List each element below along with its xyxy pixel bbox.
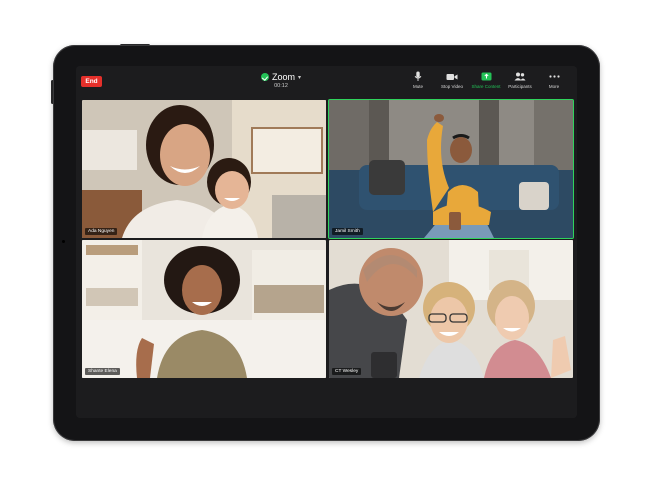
participant-name-tag: Shante Elena <box>85 368 120 375</box>
participant-video-tile[interactable]: Shante Elena <box>82 240 326 378</box>
participant-name-tag: Jamil Smith <box>332 228 363 235</box>
meeting-timer: 00:12 <box>274 83 288 89</box>
toolbar-actions: Mute Stop Video Share Content Participan… <box>401 71 571 89</box>
more-button[interactable]: More <box>537 71 571 89</box>
mute-button[interactable]: Mute <box>401 71 435 89</box>
share-content-label: Share Content <box>471 84 501 89</box>
participants-icon <box>514 71 526 82</box>
app-name: Zoom <box>271 72 295 82</box>
active-speaker-tile[interactable]: Jamil Smith <box>329 100 573 238</box>
screen-bottom-area <box>76 380 577 418</box>
participant-video-tile[interactable]: CT Wesley <box>329 240 573 378</box>
participant-video-tile[interactable]: Ada Nguyen <box>82 100 326 238</box>
end-meeting-button[interactable]: End <box>81 76 102 87</box>
meeting-info[interactable]: Zoom ▾ 00:12 <box>246 72 316 94</box>
microphone-icon <box>412 71 424 82</box>
participant-name-tag: Ada Nguyen <box>85 228 118 235</box>
front-camera <box>62 240 65 243</box>
share-screen-icon <box>480 71 492 82</box>
participants-button[interactable]: Participants <box>503 71 537 89</box>
stop-video-label: Stop Video <box>441 84 463 89</box>
video-camera-icon <box>446 71 458 82</box>
chevron-down-icon: ▾ <box>298 74 302 81</box>
participants-label: Participants <box>508 84 532 89</box>
participant-name-tag: CT Wesley <box>332 368 362 375</box>
security-shield-icon <box>260 73 269 81</box>
zoom-meeting-screen: End Zoom ▾ 00:12 Mute Stop Video Share C… <box>76 66 577 418</box>
participant-video <box>82 240 326 378</box>
participant-video <box>329 100 573 238</box>
more-label: More <box>548 84 560 89</box>
participant-video <box>329 240 573 378</box>
stop-video-button[interactable]: Stop Video <box>435 71 469 89</box>
meeting-toolbar: End Zoom ▾ 00:12 Mute Stop Video Share C… <box>76 66 577 96</box>
more-icon <box>548 71 560 82</box>
share-content-button[interactable]: Share Content <box>469 71 503 89</box>
mute-label: Mute <box>412 84 423 89</box>
participant-video <box>82 100 326 238</box>
